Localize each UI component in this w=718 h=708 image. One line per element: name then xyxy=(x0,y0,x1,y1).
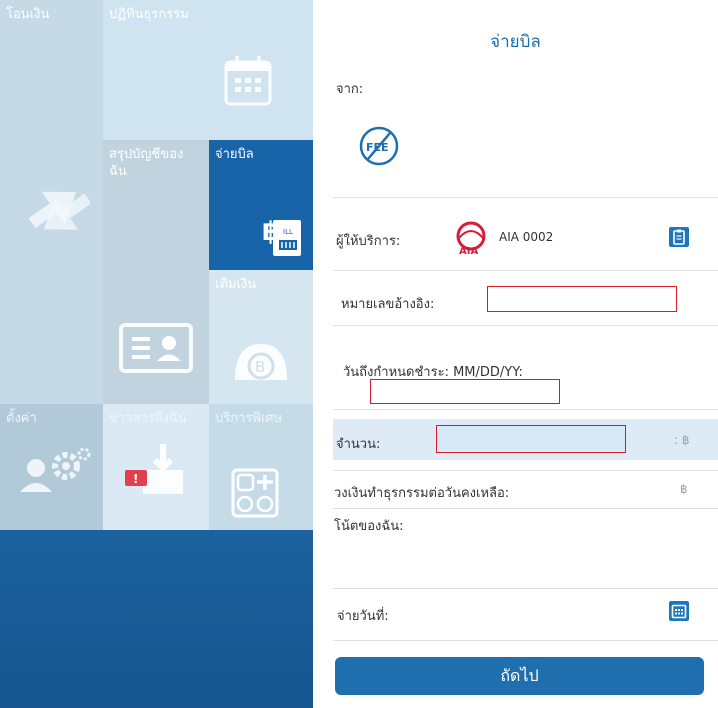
menu-tile-services-label: บริการพิเศษ xyxy=(215,411,283,426)
svg-text:ILL: ILL xyxy=(283,228,293,236)
calendar-icon xyxy=(671,604,687,619)
menu-tile-transfer[interactable]: โอนเงิน xyxy=(0,0,103,404)
svg-text:B: B xyxy=(255,358,265,376)
no-fee-icon: FEE xyxy=(359,126,399,166)
menu-tile-activity[interactable]: ปฏิทินธุรกรรม xyxy=(103,0,313,140)
provider-label: ผู้ให้บริการ: xyxy=(336,234,401,249)
user-gear-icon xyxy=(20,447,91,492)
divider xyxy=(333,470,718,471)
calendar-icon xyxy=(224,56,272,106)
pay-bill-form: จ่ายบิล จาก: FEE ผู้ให้บริการ: AIA AIA 0… xyxy=(313,0,718,708)
menu-tile-news-label: ข่าวสารถึงฉัน xyxy=(109,411,187,426)
divider xyxy=(333,640,718,641)
amount-label: จำนวน: xyxy=(336,437,381,452)
menu-tile-paybill-label: จ่ายบิล xyxy=(215,147,254,162)
provider-name: AIA 0002 xyxy=(499,230,554,244)
from-label: จาก: xyxy=(336,82,364,97)
clipboard-icon xyxy=(673,229,685,245)
note-input[interactable] xyxy=(333,533,718,583)
divider xyxy=(333,409,718,410)
divider xyxy=(333,508,718,509)
menu-tile-paybill[interactable]: จ่ายบิล ฿ ILL xyxy=(209,140,313,270)
menu-tile-transfer-label: โอนเงิน xyxy=(6,7,50,22)
amount-unit: : ฿ xyxy=(674,433,690,447)
aia-logo-text: AIA xyxy=(459,246,478,256)
daily-limit-unit: ฿ xyxy=(680,482,688,496)
id-card-icon xyxy=(119,323,193,373)
reference-input[interactable] xyxy=(487,286,677,312)
amount-input[interactable] xyxy=(436,425,626,453)
aia-logo-icon: AIA xyxy=(456,221,486,256)
clipboard-button[interactable] xyxy=(669,227,689,247)
menu-tile-news[interactable]: ข่าวสารถึงฉัน ! xyxy=(103,404,209,530)
news-badge-count: ! xyxy=(133,472,138,486)
menu-tile-settings[interactable]: ตั้งค่า xyxy=(0,404,103,530)
menu-tile-summary[interactable]: สรุปบัญชีของฉัน xyxy=(103,140,209,404)
transfer-arrows-icon xyxy=(28,191,90,230)
divider xyxy=(333,325,718,326)
menu-tile-activity-label: ปฏิทินธุรกรรม xyxy=(109,7,189,22)
menu-tile-summary-label: สรุปบัญชีของฉัน xyxy=(109,147,184,179)
divider xyxy=(333,197,718,198)
inbox-download-icon: ! xyxy=(125,444,183,494)
coin-stack-icon: B xyxy=(235,344,287,380)
menu-tile-topup-label: เติมเงิน xyxy=(215,277,257,292)
menu-tile-topup[interactable]: เติมเงิน B xyxy=(209,270,313,404)
divider xyxy=(333,588,718,589)
bill-icon: ฿ ILL xyxy=(262,217,301,256)
reference-label: หมายเลขอ้างอิง: xyxy=(341,297,435,312)
menu-tile-services[interactable]: บริการพิเศษ xyxy=(209,404,313,530)
page-title: จ่ายบิล xyxy=(490,32,541,52)
main-menu: โอนเงิน ปฏิทินธุรกรรม สรุปบัญชีของฉัน จ่… xyxy=(0,0,313,708)
divider xyxy=(333,270,718,271)
svg-text:฿: ฿ xyxy=(262,217,280,247)
menu-tile-settings-label: ตั้งค่า xyxy=(6,411,37,426)
next-button[interactable]: ถัดไป xyxy=(335,657,704,695)
fee-icon-text: FEE xyxy=(366,141,389,154)
add-apps-icon xyxy=(231,468,279,518)
pay-date-label: จ่ายวันที่: xyxy=(337,609,389,624)
daily-limit-label: วงเงินทำธุรกรรมต่อวันคงเหลือ: xyxy=(334,486,510,501)
due-date-input[interactable] xyxy=(370,379,560,404)
pay-date-calendar-button[interactable] xyxy=(669,601,689,621)
